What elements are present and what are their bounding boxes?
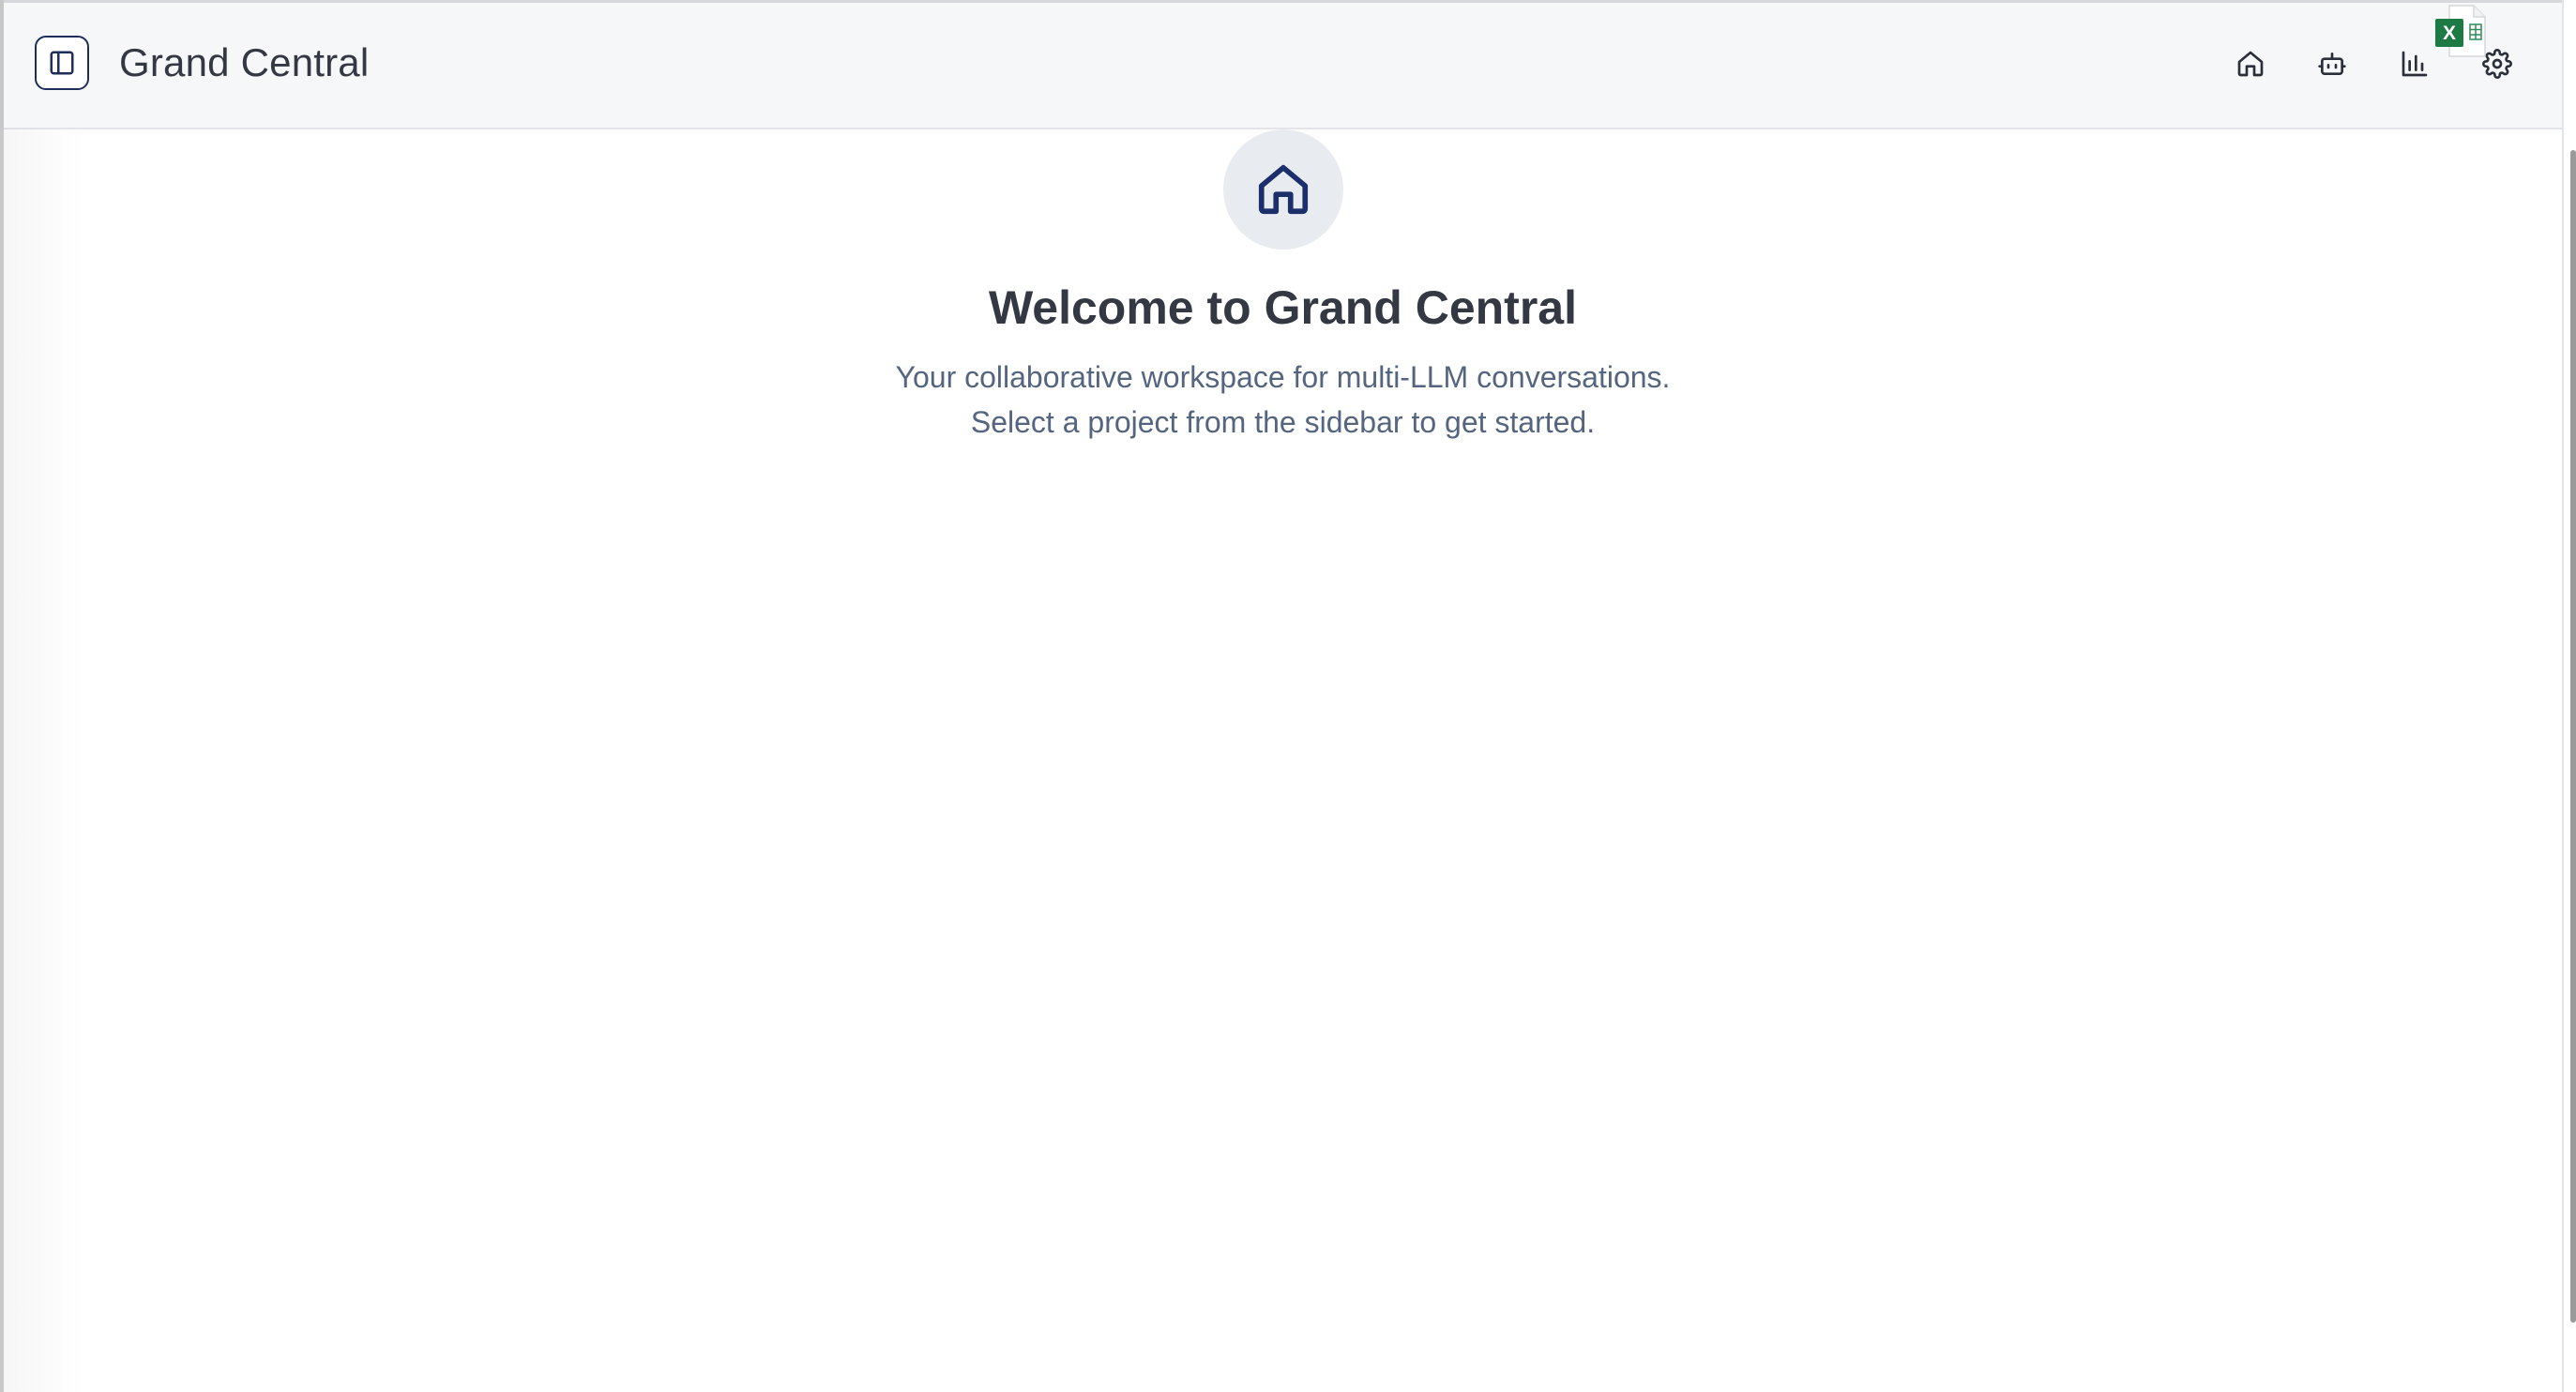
welcome-hero-badge <box>1223 129 1343 250</box>
welcome-description: Your collaborative workspace for multi-L… <box>895 360 1671 394</box>
app-title: Grand Central <box>119 40 370 84</box>
vertical-scrollbar[interactable] <box>2570 150 2576 1323</box>
top-header: Grand Central <box>4 0 2562 129</box>
svg-text:X: X <box>2443 23 2456 44</box>
excel-file-icon[interactable]: X <box>2434 4 2487 58</box>
welcome-instruction: Select a project from the sidebar to get… <box>970 405 1596 439</box>
home-icon <box>2237 51 2264 77</box>
bar-chart-icon <box>2402 51 2428 77</box>
home-icon <box>1258 164 1309 215</box>
nav-agents-button[interactable] <box>2310 41 2355 86</box>
bot-icon <box>2318 53 2346 75</box>
nav-analytics-button[interactable] <box>2392 41 2437 86</box>
welcome-title: Welcome to Grand Central <box>989 281 1577 334</box>
app-window: Grand Central X Welcome to Grand Central… <box>0 0 2576 1392</box>
window-top-border <box>0 0 2576 3</box>
sidebar-panel-icon <box>50 51 74 75</box>
nav-home-button[interactable] <box>2228 41 2273 86</box>
sidebar-toggle-button[interactable] <box>35 36 89 90</box>
